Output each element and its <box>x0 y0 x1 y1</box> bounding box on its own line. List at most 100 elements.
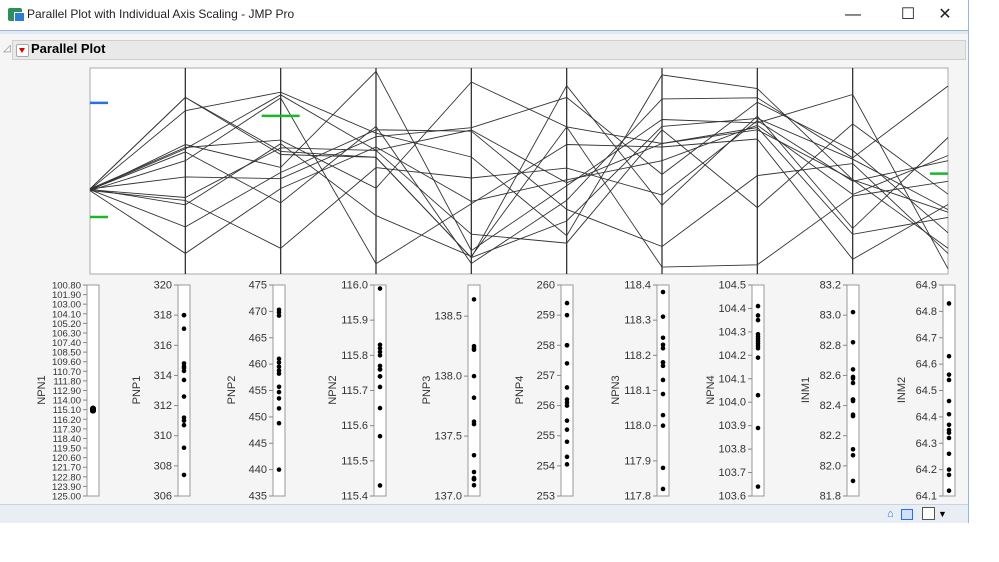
tick-label: 103.7 <box>718 467 746 479</box>
data-point <box>377 433 383 439</box>
axis-title: PNP3 <box>421 376 433 405</box>
tick-label: 64.1 <box>916 491 937 503</box>
tick-label: 260 <box>537 280 555 292</box>
data-point <box>660 377 666 383</box>
data-point <box>276 384 282 390</box>
tick-label: 445 <box>249 438 267 450</box>
data-point <box>181 394 187 399</box>
data-point <box>660 412 666 418</box>
data-point <box>564 312 570 318</box>
axis-panel-pnp2: 435 440 445 450 455 460 465 470 475 PNP2 <box>226 280 286 503</box>
tick-label: 118.1 <box>624 385 651 397</box>
data-point <box>377 405 383 411</box>
tick-label: 64.3 <box>916 438 937 450</box>
tick-label: 118.3 <box>624 315 651 327</box>
tick-label: 64.8 <box>916 306 937 318</box>
axis-box <box>467 284 481 497</box>
data-point <box>660 342 666 348</box>
data-point <box>946 372 952 377</box>
data-point <box>850 412 856 417</box>
data-point <box>660 486 666 492</box>
data-point <box>564 427 570 432</box>
data-point <box>564 300 570 306</box>
data-point <box>660 289 666 295</box>
tick-label: 104.1 <box>718 373 746 385</box>
tick-label: 138.5 <box>434 311 462 323</box>
tick-label: 475 <box>249 280 267 292</box>
data-point <box>377 286 383 291</box>
data-point <box>755 425 761 431</box>
data-point <box>946 398 952 404</box>
data-point <box>660 465 666 471</box>
data-point <box>850 309 856 315</box>
tick-label: 104.4 <box>718 303 746 315</box>
axis-panel-npn2: 115.4 115.5 115.6 115.7 115.8 115.9 116.0 NPN2 <box>327 280 387 503</box>
data-point <box>946 422 952 428</box>
data-point <box>850 376 856 381</box>
data-point <box>946 472 952 478</box>
data-point <box>181 326 187 332</box>
data-point <box>755 392 761 398</box>
data-point <box>850 446 856 452</box>
tick-label: 82.0 <box>820 460 841 472</box>
data-point <box>471 373 477 379</box>
data-point <box>660 423 666 428</box>
data-point <box>564 400 570 405</box>
tick-label: 256 <box>537 400 555 412</box>
data-point <box>755 313 761 318</box>
tick-label: 259 <box>537 310 555 322</box>
data-point <box>850 453 856 458</box>
data-point <box>564 439 570 445</box>
tick-label: 254 <box>537 460 555 472</box>
tick-label: 137.5 <box>434 431 462 443</box>
data-point <box>946 488 952 494</box>
axis-title: NPN1 <box>36 375 48 404</box>
data-point <box>181 445 187 451</box>
data-point <box>471 452 477 458</box>
data-point <box>90 406 96 413</box>
tick-label: 103.6 <box>718 491 746 503</box>
tick-label: 470 <box>249 306 267 318</box>
axis-panel-pnp4: 253 254 255 256 257 258 259 260 PNP4 <box>514 280 574 503</box>
axis-panel-pnp1: 306 308 310 312 314 316 318 320 PNP1 <box>131 280 191 503</box>
data-point <box>276 467 282 472</box>
tick-label: 83.2 <box>820 280 841 292</box>
data-point <box>276 389 282 395</box>
tick-label: 253 <box>537 491 555 503</box>
tick-label: 64.2 <box>916 464 937 476</box>
axis-title: NPN3 <box>610 375 622 404</box>
tick-label: 465 <box>249 332 267 344</box>
tick-label: 118.0 <box>624 420 651 432</box>
axis-title: PNP4 <box>514 376 526 405</box>
data-point <box>471 469 477 475</box>
tick-label: 104.5 <box>718 280 746 292</box>
data-point <box>276 364 282 370</box>
data-point <box>850 367 856 372</box>
data-point <box>660 335 666 341</box>
data-point <box>377 367 383 372</box>
data-point <box>276 420 282 426</box>
data-point <box>946 411 952 417</box>
tick-label: 308 <box>154 460 172 472</box>
tick-label: 137.0 <box>434 491 462 503</box>
data-point <box>276 360 282 365</box>
data-point <box>946 467 952 472</box>
tick-label: 116.0 <box>341 280 368 292</box>
tick-label: 320 <box>154 280 172 292</box>
data-point <box>755 317 761 323</box>
data-point <box>946 430 952 436</box>
tick-label: 104.3 <box>718 326 746 338</box>
data-point <box>377 353 383 358</box>
tick-label: 103.9 <box>718 420 746 432</box>
data-point <box>377 483 383 488</box>
tick-label: 440 <box>249 464 267 476</box>
tick-label: 104.0 <box>718 397 746 409</box>
data-point <box>755 346 761 351</box>
data-point <box>946 353 952 359</box>
data-point <box>276 371 282 376</box>
tick-label: 115.9 <box>341 315 368 327</box>
tick-label: 117.8 <box>624 491 651 503</box>
axis-box <box>846 284 860 497</box>
data-point <box>181 312 187 318</box>
data-point <box>471 419 477 424</box>
